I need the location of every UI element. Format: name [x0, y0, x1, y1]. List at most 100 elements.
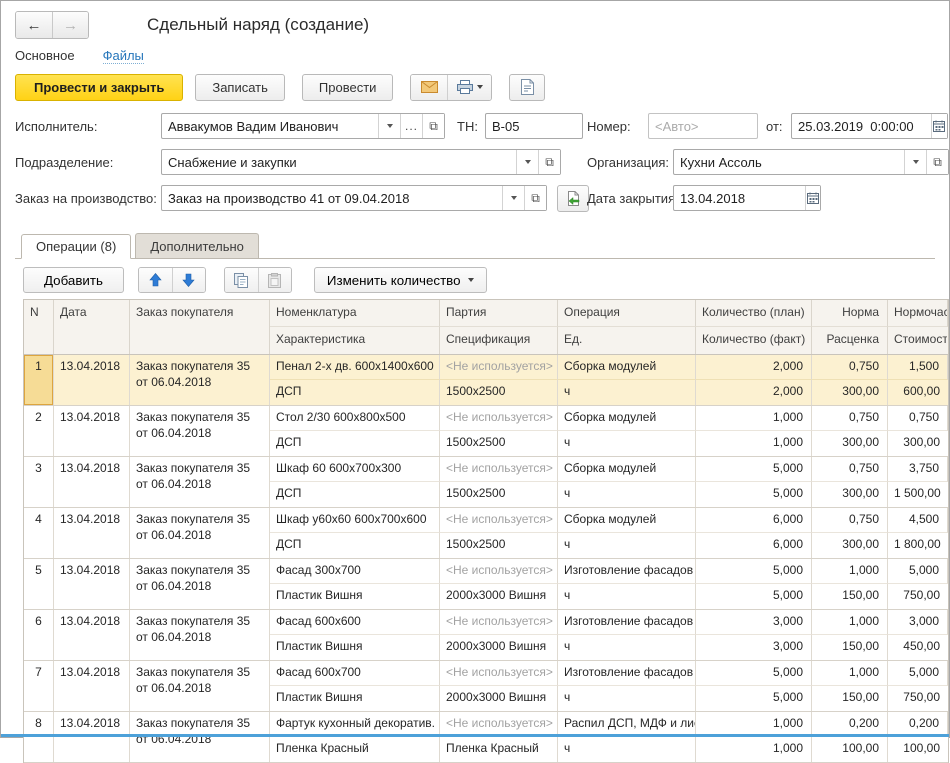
- cell-norm[interactable]: 1,000: [812, 661, 888, 686]
- cell-operation[interactable]: Изготовление фасадов: [558, 610, 696, 635]
- cell-line-number[interactable]: 2: [24, 406, 54, 456]
- cell-characteristic[interactable]: Пластик Вишня: [270, 635, 440, 660]
- production-order-dropdown-button[interactable]: [502, 186, 524, 210]
- cell-cost[interactable]: 100,00: [888, 737, 948, 762]
- operation-row[interactable]: 113.04.2018Заказ покупателя 35 от 06.04.…: [24, 355, 948, 406]
- paste-rows-button[interactable]: [258, 268, 291, 292]
- move-down-button[interactable]: [172, 268, 205, 292]
- cell-unit[interactable]: ч: [558, 737, 696, 762]
- cell-date[interactable]: 13.04.2018: [54, 610, 130, 660]
- cell-characteristic[interactable]: Пластик Вишня: [270, 686, 440, 711]
- cell-characteristic[interactable]: ДСП: [270, 380, 440, 405]
- operation-row[interactable]: 413.04.2018Заказ покупателя 35 от 06.04.…: [24, 508, 948, 559]
- cell-qty-plan[interactable]: 2,000: [696, 355, 812, 380]
- cell-rate[interactable]: 300,00: [812, 533, 888, 558]
- cell-qty-plan[interactable]: 1,000: [696, 406, 812, 431]
- post-button[interactable]: Провести: [302, 74, 394, 101]
- tab-operations[interactable]: Операции (8): [21, 234, 131, 259]
- cell-customer-order[interactable]: Заказ покупателя 35 от 06.04.2018: [130, 661, 270, 711]
- cell-norm-hours[interactable]: 3,750: [888, 457, 948, 482]
- cell-line-number[interactable]: 5: [24, 559, 54, 609]
- cell-qty-plan[interactable]: 5,000: [696, 661, 812, 686]
- print-button[interactable]: [447, 75, 491, 100]
- cell-operation[interactable]: Сборка модулей: [558, 355, 696, 380]
- cell-unit[interactable]: ч: [558, 431, 696, 456]
- cell-batch[interactable]: <Не используется>: [440, 406, 558, 431]
- cell-nomenclature[interactable]: Фасад 600х700: [270, 661, 440, 686]
- cell-batch[interactable]: <Не используется>: [440, 508, 558, 533]
- organization-dropdown-button[interactable]: [904, 150, 926, 174]
- cell-customer-order[interactable]: Заказ покупателя 35 от 06.04.2018: [130, 712, 270, 762]
- cell-cost[interactable]: 1 500,00: [888, 482, 948, 507]
- cell-batch[interactable]: <Не используется>: [440, 559, 558, 584]
- organization-input[interactable]: [674, 150, 904, 174]
- cell-line-number[interactable]: 7: [24, 661, 54, 711]
- cell-unit[interactable]: ч: [558, 635, 696, 660]
- cell-nomenclature[interactable]: Шкаф 60 600х700х300: [270, 457, 440, 482]
- cell-norm-hours[interactable]: 5,000: [888, 559, 948, 584]
- cell-line-number[interactable]: 4: [24, 508, 54, 558]
- cell-operation[interactable]: Сборка модулей: [558, 406, 696, 431]
- cell-date[interactable]: 13.04.2018: [54, 355, 130, 405]
- cell-customer-order[interactable]: Заказ покупателя 35 от 06.04.2018: [130, 457, 270, 507]
- cell-specification[interactable]: 2000х3000 Вишня: [440, 635, 558, 660]
- cell-operation[interactable]: Изготовление фасадов: [558, 559, 696, 584]
- nav-link-main[interactable]: Основное: [15, 48, 75, 64]
- cell-customer-order[interactable]: Заказ покупателя 35 от 06.04.2018: [130, 610, 270, 660]
- tn-input[interactable]: [486, 114, 582, 138]
- cell-rate[interactable]: 150,00: [812, 584, 888, 609]
- cell-norm-hours[interactable]: 3,000: [888, 610, 948, 635]
- cell-cost[interactable]: 300,00: [888, 431, 948, 456]
- cell-cost[interactable]: 750,00: [888, 686, 948, 711]
- cell-cost[interactable]: 450,00: [888, 635, 948, 660]
- cell-norm[interactable]: 1,000: [812, 559, 888, 584]
- cell-batch[interactable]: <Не используется>: [440, 661, 558, 686]
- cell-norm[interactable]: 0,750: [812, 457, 888, 482]
- nav-link-files[interactable]: Файлы: [103, 48, 144, 64]
- cell-customer-order[interactable]: Заказ покупателя 35 от 06.04.2018: [130, 406, 270, 456]
- number-input[interactable]: [649, 114, 757, 138]
- cell-rate[interactable]: 300,00: [812, 380, 888, 405]
- write-button[interactable]: Записать: [195, 74, 285, 101]
- cell-customer-order[interactable]: Заказ покупателя 35 от 06.04.2018: [130, 355, 270, 405]
- cell-rate[interactable]: 300,00: [812, 482, 888, 507]
- cell-unit[interactable]: ч: [558, 686, 696, 711]
- cell-operation[interactable]: Изготовление фасадов: [558, 661, 696, 686]
- cell-cost[interactable]: 600,00: [888, 380, 948, 405]
- forward-button[interactable]: →: [52, 12, 88, 38]
- operation-row[interactable]: 613.04.2018Заказ покупателя 35 от 06.04.…: [24, 610, 948, 661]
- cell-norm[interactable]: 0,750: [812, 355, 888, 380]
- cell-date[interactable]: 13.04.2018: [54, 712, 130, 762]
- cell-norm-hours[interactable]: 5,000: [888, 661, 948, 686]
- cell-specification[interactable]: 1500х2500: [440, 482, 558, 507]
- add-row-button[interactable]: Добавить: [23, 267, 124, 293]
- operation-row[interactable]: 713.04.2018Заказ покупателя 35 от 06.04.…: [24, 661, 948, 712]
- cell-nomenclature[interactable]: Фасад 600х600: [270, 610, 440, 635]
- cell-line-number[interactable]: 8: [24, 712, 54, 762]
- cell-rate[interactable]: 100,00: [812, 737, 888, 762]
- fill-from-order-button[interactable]: [557, 185, 589, 212]
- executor-dropdown-button[interactable]: [378, 114, 400, 138]
- cell-characteristic[interactable]: Пластик Вишня: [270, 584, 440, 609]
- mail-button[interactable]: [411, 75, 447, 100]
- closing-date-input[interactable]: [674, 186, 805, 210]
- department-input[interactable]: [162, 150, 516, 174]
- cell-specification[interactable]: 1500х2500: [440, 380, 558, 405]
- cell-characteristic[interactable]: ДСП: [270, 533, 440, 558]
- cell-qty-plan[interactable]: 5,000: [696, 457, 812, 482]
- tab-additional[interactable]: Дополнительно: [135, 233, 259, 258]
- cell-norm[interactable]: 0,750: [812, 508, 888, 533]
- cell-specification[interactable]: 2000х3000 Вишня: [440, 686, 558, 711]
- department-dropdown-button[interactable]: [516, 150, 538, 174]
- cell-norm[interactable]: 1,000: [812, 610, 888, 635]
- cell-norm-hours[interactable]: 4,500: [888, 508, 948, 533]
- production-order-input[interactable]: [162, 186, 502, 210]
- executor-input[interactable]: [162, 114, 378, 138]
- cell-nomenclature[interactable]: Пенал 2-х дв. 600х1400х600: [270, 355, 440, 380]
- cell-unit[interactable]: ч: [558, 380, 696, 405]
- cell-nomenclature[interactable]: Шкаф у60х60 600х700х600: [270, 508, 440, 533]
- cell-unit[interactable]: ч: [558, 482, 696, 507]
- change-quantity-button[interactable]: Изменить количество: [314, 267, 487, 293]
- cell-date[interactable]: 13.04.2018: [54, 406, 130, 456]
- cell-norm-hours[interactable]: 0,750: [888, 406, 948, 431]
